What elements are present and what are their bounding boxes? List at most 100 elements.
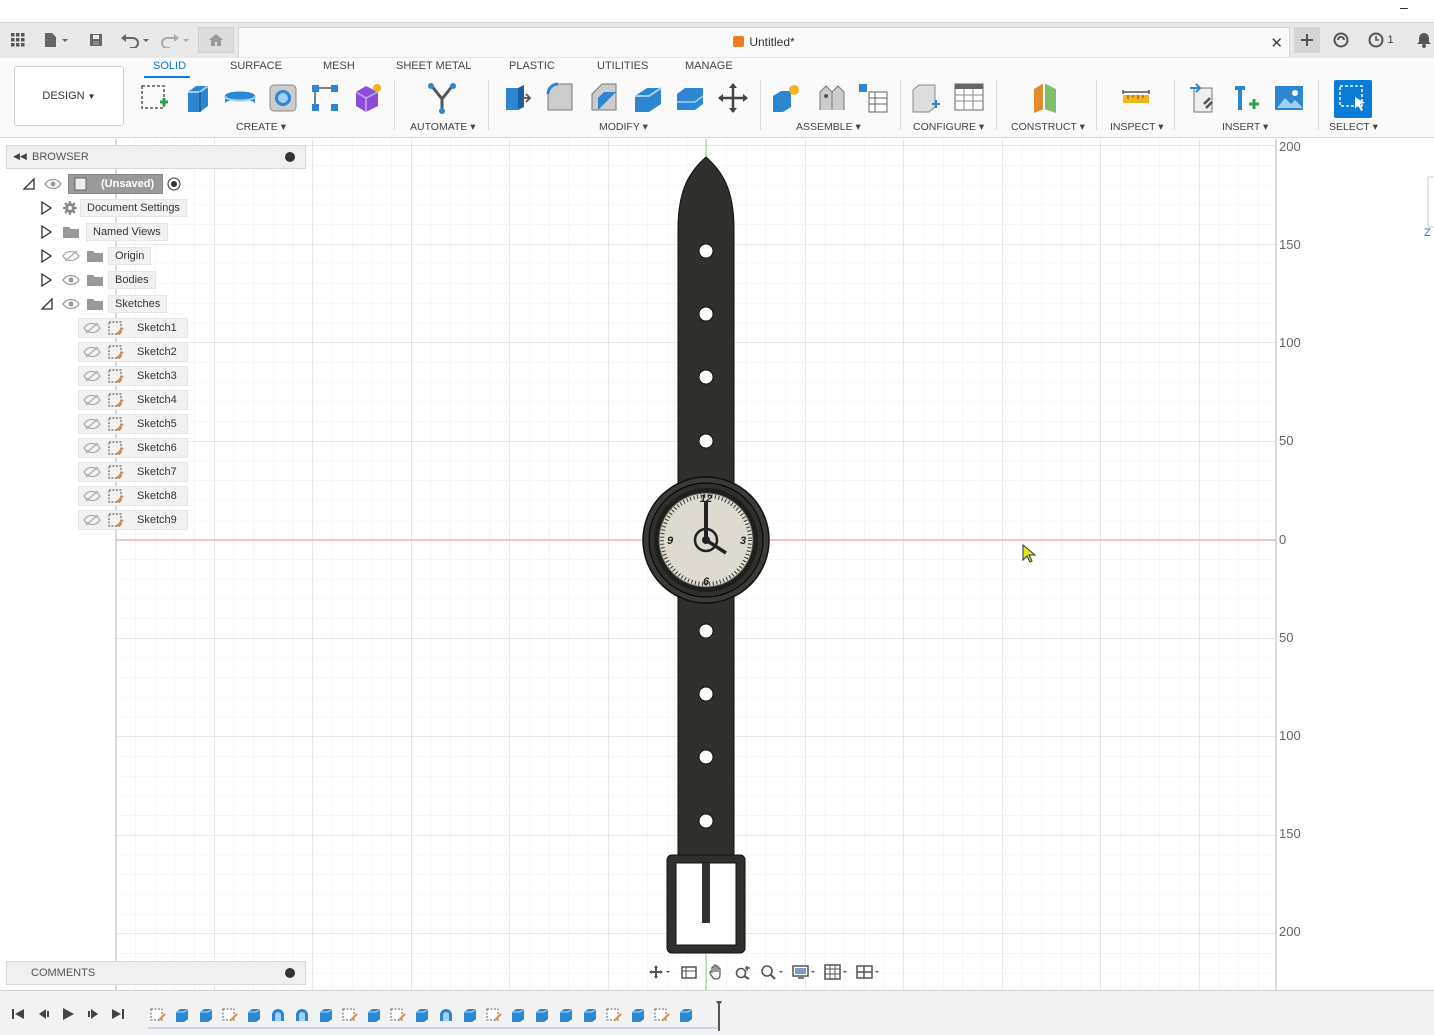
browser-item-sketch[interactable]: Sketch4 — [78, 390, 188, 410]
insert-group-label[interactable]: INSERT ▾ — [1222, 121, 1268, 133]
tab-surface[interactable]: SURFACE — [230, 60, 282, 72]
tab-manage[interactable]: MANAGE — [685, 60, 733, 72]
timeline-prev-icon[interactable] — [34, 1006, 54, 1022]
tab-sheet-metal[interactable]: SHEET METAL — [396, 60, 471, 72]
timeline-next-icon[interactable] — [83, 1006, 103, 1022]
timeline-extrude-icon[interactable] — [630, 1007, 646, 1023]
eye-hidden-icon[interactable] — [62, 250, 80, 262]
root-component[interactable]: (Unsaved) — [68, 174, 164, 194]
timeline-sketch-icon[interactable] — [342, 1007, 358, 1023]
automate-icon[interactable] — [424, 80, 460, 116]
timeline-revolve-icon[interactable] — [270, 1007, 286, 1023]
design-canvas[interactable]: Z 200 150 100 50 0 50 100 150 200 12 3 6… — [0, 139, 1434, 990]
insert-derive-icon[interactable] — [1186, 80, 1222, 116]
browser-item-origin[interactable]: Origin — [40, 246, 152, 266]
fit-zoom-icon[interactable] — [760, 962, 786, 982]
timeline-extrude-icon[interactable] — [558, 1007, 574, 1023]
timeline-extrude-icon[interactable] — [582, 1007, 598, 1023]
timeline-extrude-icon[interactable] — [246, 1007, 262, 1023]
browser-item-named-views[interactable]: Named Views — [40, 222, 168, 242]
expand-down-icon[interactable] — [22, 177, 36, 191]
insert-mcmaster-icon[interactable] — [1229, 80, 1265, 116]
timeline-extrude-icon[interactable] — [510, 1007, 526, 1023]
hole-icon[interactable] — [265, 80, 301, 116]
look-at-icon[interactable] — [678, 962, 699, 982]
joint-icon[interactable] — [812, 80, 848, 116]
timeline-sketch-icon[interactable] — [390, 1007, 406, 1023]
eye-hidden-icon[interactable] — [83, 322, 101, 334]
browser-item-sketch[interactable]: Sketch6 — [78, 438, 188, 458]
pan-icon[interactable] — [705, 962, 726, 982]
timeline-extrude-icon[interactable] — [678, 1007, 694, 1023]
browser-item-sketch[interactable]: Sketch3 — [78, 366, 188, 386]
create-group-label[interactable]: CREATE ▾ — [236, 121, 286, 133]
timeline-extrude-icon[interactable] — [174, 1007, 190, 1023]
file-menu-icon[interactable] — [40, 29, 72, 51]
eye-hidden-icon[interactable] — [83, 466, 101, 478]
automate-group-label[interactable]: AUTOMATE ▾ — [410, 121, 476, 133]
timeline-revolve-icon[interactable] — [294, 1007, 310, 1023]
timeline-play-icon[interactable] — [58, 1006, 78, 1022]
comments-panel-header[interactable]: COMMENTS — [6, 961, 306, 985]
tab-solid[interactable]: SOLID — [153, 60, 186, 72]
create-sketch-icon[interactable] — [136, 80, 172, 116]
expand-down-icon[interactable] — [40, 297, 54, 311]
watch-model[interactable]: 12 3 6 9 — [630, 149, 790, 959]
construct-plane-icon[interactable] — [1028, 80, 1064, 116]
eye-icon[interactable] — [44, 178, 62, 190]
timeline-last-icon[interactable] — [108, 1006, 128, 1022]
timeline-extrude-icon[interactable] — [198, 1007, 214, 1023]
timeline-first-icon[interactable] — [8, 1006, 28, 1022]
timeline-sketch-icon[interactable] — [606, 1007, 622, 1023]
eye-hidden-icon[interactable] — [83, 514, 101, 526]
timeline-sketch-icon[interactable] — [486, 1007, 502, 1023]
measure-icon[interactable] — [1118, 80, 1154, 116]
display-settings-icon[interactable] — [792, 962, 818, 982]
timeline-revolve-icon[interactable] — [438, 1007, 454, 1023]
browser-root-row[interactable]: (Unsaved) — [22, 174, 181, 194]
timeline-extrude-icon[interactable] — [366, 1007, 382, 1023]
combine-icon[interactable] — [672, 80, 708, 116]
comments-expand-icon[interactable] — [285, 968, 295, 978]
expand-right-icon[interactable] — [40, 249, 52, 263]
select-group-label[interactable]: SELECT ▾ — [1329, 121, 1378, 133]
shell-icon[interactable] — [629, 80, 665, 116]
workspace-switcher[interactable]: DESIGN ▼ — [14, 66, 124, 126]
grid-settings-icon[interactable] — [824, 962, 850, 982]
timeline-sketch-icon[interactable] — [222, 1007, 238, 1023]
assemble-group-label[interactable]: ASSEMBLE ▾ — [796, 121, 861, 133]
viewports-icon[interactable] — [856, 962, 882, 982]
save-icon[interactable] — [86, 29, 106, 51]
timeline-extrude-icon[interactable] — [318, 1007, 334, 1023]
form-icon[interactable] — [350, 80, 386, 116]
eye-hidden-icon[interactable] — [83, 442, 101, 454]
new-component-icon[interactable] — [768, 80, 804, 116]
eye-icon[interactable] — [62, 298, 80, 310]
job-status-icon[interactable]: 1 — [1364, 29, 1398, 51]
tab-plastic[interactable]: PLASTIC — [509, 60, 555, 72]
browser-item-sketch[interactable]: Sketch9 — [78, 510, 188, 530]
inspect-group-label[interactable]: INSPECT ▾ — [1110, 121, 1164, 133]
move-copy-icon[interactable] — [715, 80, 751, 116]
undo-icon[interactable] — [118, 29, 152, 51]
browser-item-sketch[interactable]: Sketch2 — [78, 342, 188, 362]
pattern-icon[interactable] — [307, 80, 343, 116]
document-tab[interactable]: Untitled* ✕ — [238, 27, 1290, 57]
select-tool-icon[interactable] — [1334, 80, 1372, 118]
revolve-icon[interactable] — [222, 80, 258, 116]
new-tab-icon[interactable] — [1294, 27, 1320, 53]
browser-item-bodies[interactable]: Bodies — [40, 270, 156, 290]
close-tab-icon[interactable]: ✕ — [1270, 34, 1283, 52]
configuration-table-icon[interactable] — [951, 80, 987, 116]
minimize-button[interactable]: – — [1400, 0, 1412, 14]
timeline-marker-icon[interactable] — [716, 1001, 722, 1031]
zoom-icon[interactable] — [733, 962, 754, 982]
browser-panel-header[interactable]: ◀◀ BROWSER — [6, 145, 306, 169]
collapse-browser-icon[interactable]: ◀◀ — [13, 151, 27, 162]
timeline-extrude-icon[interactable] — [462, 1007, 478, 1023]
expand-right-icon[interactable] — [40, 201, 52, 215]
timeline-extrude-icon[interactable] — [414, 1007, 430, 1023]
eye-icon[interactable] — [62, 274, 80, 286]
browser-item-sketches[interactable]: Sketches — [40, 294, 168, 314]
expand-right-icon[interactable] — [40, 225, 52, 239]
